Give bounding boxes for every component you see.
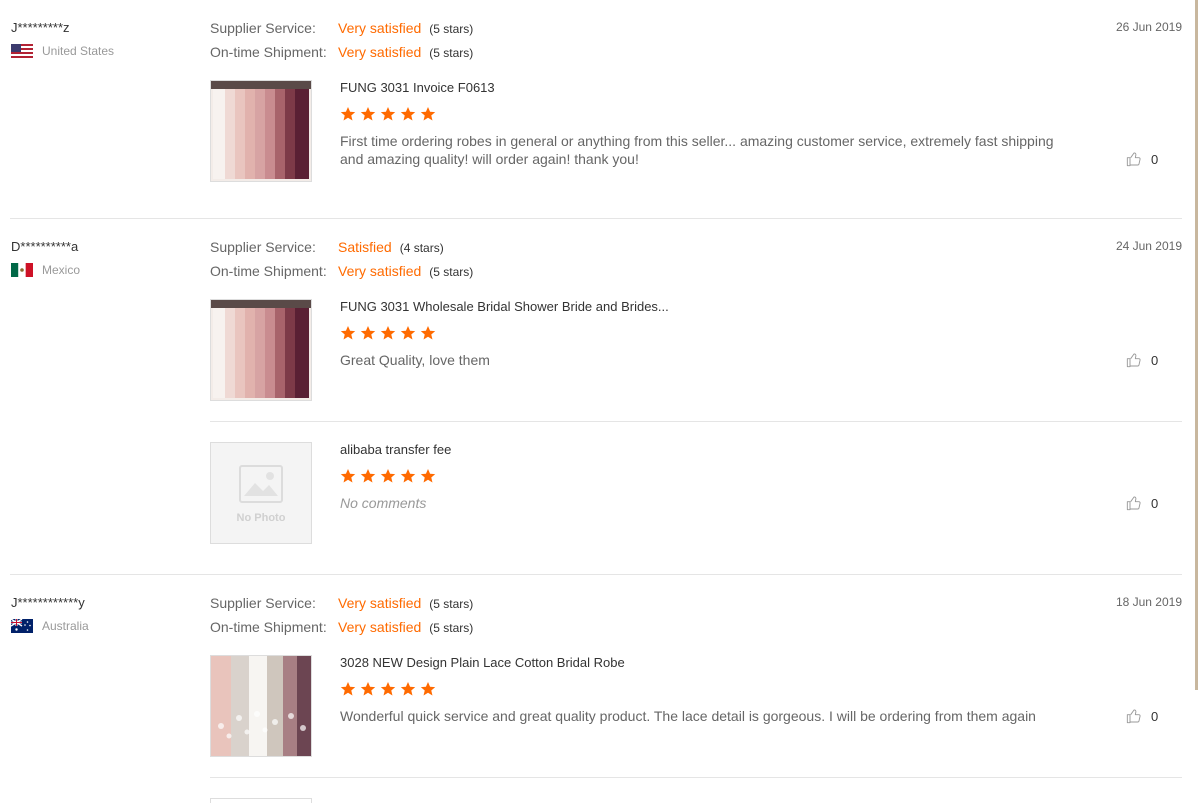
- product-thumbnail[interactable]: [210, 655, 312, 757]
- star-icon: [420, 106, 436, 122]
- helpful-count: 0: [1151, 495, 1159, 511]
- product-rating-stars: [340, 681, 436, 697]
- product-title-link[interactable]: FUNG 3031 Wholesale Bridal Shower Bride …: [340, 299, 669, 314]
- review-comment: Great Quality, love them: [340, 352, 490, 368]
- mexico-flag-icon: [11, 263, 33, 277]
- country-label: Australia: [42, 619, 89, 633]
- image-placeholder-icon: [239, 465, 283, 503]
- star-icon: [420, 325, 436, 341]
- supplier-service-stars: (5 stars): [429, 22, 474, 36]
- lace-robes-photo: [211, 656, 311, 756]
- star-icon: [360, 325, 376, 341]
- pink-robes-photo: [211, 81, 311, 181]
- star-icon: [380, 325, 396, 341]
- star-icon: [420, 681, 436, 697]
- buyer-name: D**********a: [11, 239, 79, 254]
- product-rating-stars: [340, 468, 436, 484]
- supplier-service-rating: Supplier Service: Very satisfied (5 star…: [210, 595, 473, 611]
- ontime-shipment-rating: On-time Shipment: Very satisfied (5 star…: [210, 619, 473, 635]
- ontime-shipment-value: Very satisfied: [338, 263, 422, 279]
- product-thumbnail[interactable]: [210, 80, 312, 182]
- item-divider: [210, 777, 1182, 778]
- star-icon: [360, 468, 376, 484]
- ontime-shipment-label: On-time Shipment:: [210, 619, 327, 635]
- no-photo-placeholder: No Photo: [211, 443, 311, 543]
- review-comment: First time ordering robes in general or …: [340, 133, 1054, 167]
- supplier-service-rating: Supplier Service: Satisfied (4 stars): [210, 239, 444, 255]
- buyer-country: Australia: [11, 619, 89, 633]
- pink-robes-photo: [211, 300, 311, 400]
- star-icon: [380, 468, 396, 484]
- supplier-service-label: Supplier Service:: [210, 20, 316, 36]
- item-divider: [210, 421, 1182, 422]
- product-thumbnail[interactable]: [210, 299, 312, 401]
- thumbs-up-icon: [1126, 495, 1142, 511]
- star-icon: [340, 468, 356, 484]
- star-icon: [400, 468, 416, 484]
- review-comment: No comments: [340, 495, 427, 511]
- helpful-button[interactable]: 0: [1126, 708, 1158, 724]
- ontime-shipment-label: On-time Shipment:: [210, 44, 327, 60]
- supplier-service-value: Satisfied: [338, 239, 392, 255]
- star-icon: [340, 325, 356, 341]
- supplier-service-label: Supplier Service:: [210, 595, 316, 611]
- star-icon: [340, 106, 356, 122]
- product-rating-stars: [340, 106, 436, 122]
- ontime-shipment-stars: (5 stars): [429, 621, 474, 635]
- helpful-button[interactable]: 0: [1126, 151, 1158, 167]
- product-rating-stars: [340, 325, 436, 341]
- ontime-shipment-value: Very satisfied: [338, 619, 422, 635]
- supplier-service-value: Very satisfied: [338, 595, 422, 611]
- buyer-country: United States: [11, 44, 114, 58]
- ontime-shipment-stars: (5 stars): [429, 265, 474, 279]
- ontime-shipment-value: Very satisfied: [338, 44, 422, 60]
- product-title-link[interactable]: 3028 NEW Design Plain Lace Cotton Bridal…: [340, 655, 625, 670]
- supplier-service-rating: Supplier Service: Very satisfied (5 star…: [210, 20, 473, 36]
- product-thumbnail[interactable]: No Photo: [210, 442, 312, 544]
- australia-flag-icon: [11, 619, 33, 633]
- helpful-button[interactable]: 0: [1126, 352, 1158, 368]
- star-icon: [400, 106, 416, 122]
- supplier-service-stars: (4 stars): [399, 241, 444, 255]
- helpful-count: 0: [1151, 151, 1159, 167]
- review-comment: Wonderful quick service and great qualit…: [340, 708, 1036, 724]
- star-icon: [360, 681, 376, 697]
- helpful-count: 0: [1151, 708, 1159, 724]
- buyer-name: J************y: [11, 595, 85, 610]
- review-divider: [10, 218, 1182, 219]
- supplier-service-value: Very satisfied: [338, 20, 422, 36]
- country-label: United States: [42, 44, 115, 58]
- review-divider: [10, 574, 1182, 575]
- no-photo-label: No Photo: [236, 512, 286, 524]
- product-thumbnail-partial[interactable]: [210, 798, 312, 803]
- thumbs-up-icon: [1126, 708, 1142, 724]
- star-icon: [380, 681, 396, 697]
- product-title-link[interactable]: FUNG 3031 Invoice F0613: [340, 80, 495, 95]
- ontime-shipment-rating: On-time Shipment: Very satisfied (5 star…: [210, 263, 473, 279]
- review-date: 24 Jun 2019: [1115, 239, 1182, 253]
- star-icon: [420, 468, 436, 484]
- supplier-service-label: Supplier Service:: [210, 239, 316, 255]
- review-date: 18 Jun 2019: [1115, 595, 1182, 609]
- buyer-name: J*********z: [11, 20, 70, 35]
- ontime-shipment-label: On-time Shipment:: [210, 263, 327, 279]
- supplier-service-stars: (5 stars): [429, 597, 474, 611]
- us-flag-icon: [11, 44, 33, 58]
- ontime-shipment-rating: On-time Shipment: Very satisfied (5 star…: [210, 44, 473, 60]
- star-icon: [340, 681, 356, 697]
- star-icon: [400, 681, 416, 697]
- thumbs-up-icon: [1126, 352, 1142, 368]
- star-icon: [380, 106, 396, 122]
- star-icon: [400, 325, 416, 341]
- country-label: Mexico: [42, 263, 81, 277]
- helpful-count: 0: [1151, 352, 1159, 368]
- thumbs-up-icon: [1126, 151, 1142, 167]
- product-title-link[interactable]: alibaba transfer fee: [340, 442, 451, 457]
- ontime-shipment-stars: (5 stars): [429, 46, 474, 60]
- star-icon: [360, 106, 376, 122]
- helpful-button[interactable]: 0: [1126, 495, 1158, 511]
- buyer-country: Mexico: [11, 263, 80, 277]
- review-date: 26 Jun 2019: [1115, 20, 1182, 34]
